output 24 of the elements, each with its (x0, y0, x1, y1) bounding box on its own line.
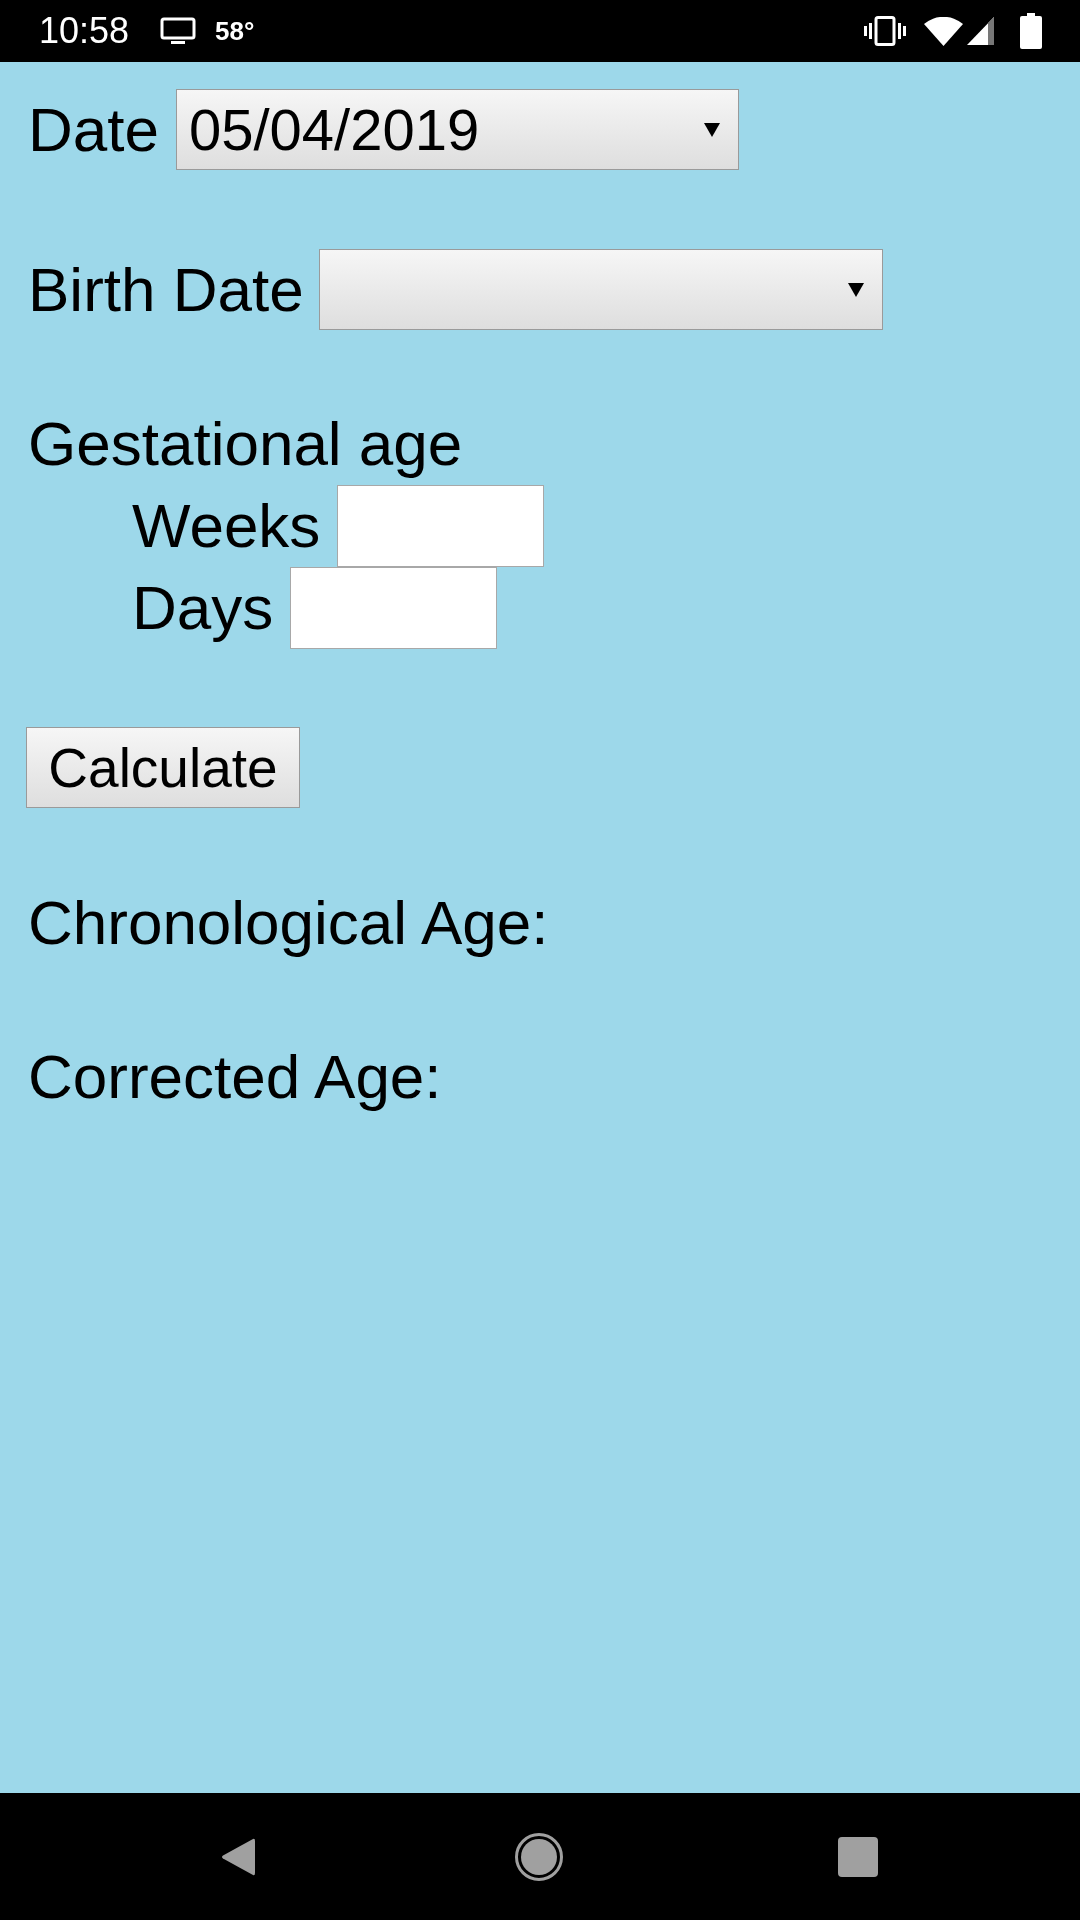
calculate-button[interactable]: Calculate (26, 727, 300, 808)
result-label: Corrected Age: (28, 1041, 443, 1113)
result-label: Chronological Age: (28, 887, 550, 959)
birth-date-select[interactable] (318, 249, 883, 330)
field-label: Date (28, 93, 159, 166)
input-field[interactable] (337, 485, 545, 567)
caret-icon (703, 122, 720, 137)
input-field[interactable] (290, 567, 498, 649)
caret-icon (847, 282, 864, 297)
back-icon[interactable] (221, 1836, 255, 1877)
wifi-icon (924, 16, 963, 46)
recents-icon[interactable] (838, 1836, 878, 1877)
signal-icon (967, 17, 994, 45)
monitor-icon (160, 17, 197, 45)
field-label: Birth Date (28, 253, 304, 326)
status-temperature: 58° (215, 16, 255, 46)
status-time: 10:58 (39, 11, 130, 51)
field-label: Days (132, 572, 274, 644)
home-icon[interactable] (515, 1832, 563, 1881)
section-heading: Gestational age (28, 408, 464, 480)
vibrate-icon (864, 16, 906, 46)
field-label: Weeks (132, 490, 321, 562)
date-select[interactable]: 05/04/2019 (175, 89, 739, 170)
battery-icon (1020, 13, 1042, 49)
